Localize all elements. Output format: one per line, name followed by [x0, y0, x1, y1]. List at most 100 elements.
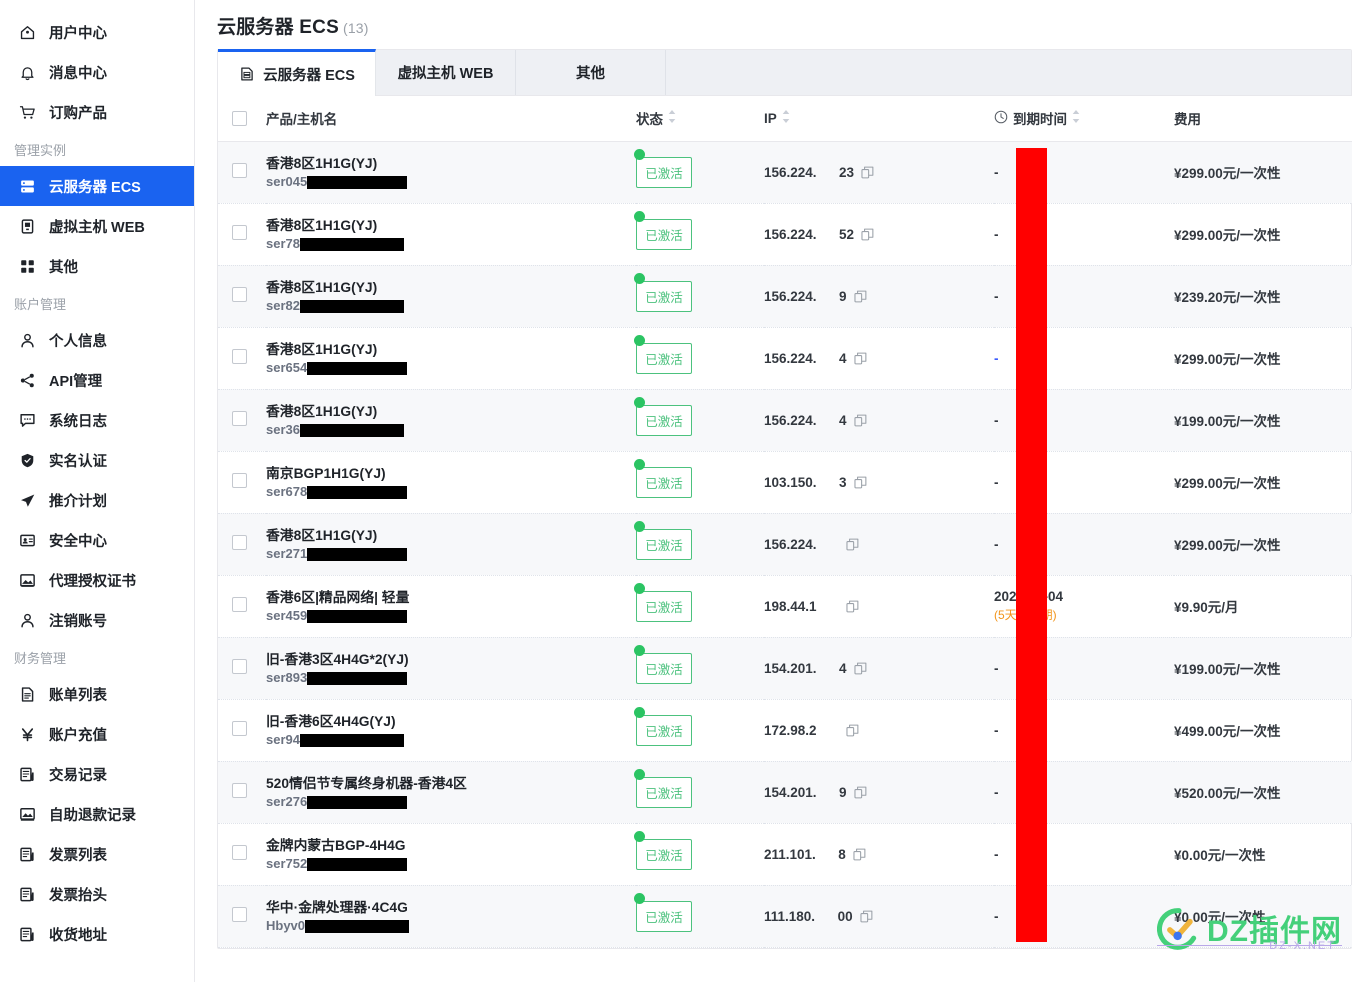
row-checkbox[interactable] [232, 721, 247, 736]
table-row[interactable]: 旧-香港3区4H4G*2(YJ) ser893 已激活 154.201. 4 - ¥199… [218, 637, 1352, 700]
sidebar-item-21[interactable]: 发票列表 [0, 834, 194, 874]
row-select-cell [218, 823, 266, 886]
row-select-cell [218, 699, 266, 762]
expiry-date: - [994, 412, 999, 428]
sidebar-item-1[interactable]: 消息中心 [0, 52, 194, 92]
product-cell: 520情侣节专属终身机器-香港4区 ser276 [266, 761, 636, 824]
sidebar-item-23[interactable]: 收货地址 [0, 914, 194, 954]
copy-icon[interactable] [854, 786, 867, 799]
sidebar-item-9[interactable]: API管理 [0, 360, 194, 400]
clock-icon [994, 110, 1008, 127]
copy-icon[interactable] [861, 228, 874, 241]
sidebar-item-22[interactable]: 发票抬头 [0, 874, 194, 914]
sidebar-item-19[interactable]: 交易记录 [0, 754, 194, 794]
table-row[interactable]: 香港8区1H1G(YJ) ser36 已激活 156.224. 4 - ¥199.00元/… [218, 389, 1352, 452]
expiry-warning: (5天后到期) [994, 608, 1057, 622]
sidebar-item-13[interactable]: 安全中心 [0, 520, 194, 560]
table-row[interactable]: 香港8区1H1G(YJ) ser045 已激活 156.224. 23 - ¥299.00… [218, 141, 1352, 204]
table-row[interactable]: 香港8区1H1G(YJ) ser82 已激活 156.224. 9 - ¥239.20元/… [218, 265, 1352, 328]
sidebar-item-18[interactable]: 账户充值 [0, 714, 194, 754]
sidebar-item-4[interactable]: 云服务器 ECS [0, 166, 194, 206]
sidebar-item-12[interactable]: 推介计划 [0, 480, 194, 520]
table-row[interactable]: 520情侣节专属终身机器-香港4区 ser276 已激活 154.201. 9 - ¥52… [218, 761, 1352, 824]
sidebar-item-label: 发票抬头 [49, 887, 107, 904]
table-row[interactable]: 香港8区1H1G(YJ) ser78 已激活 156.224. 52 - ¥299.00元… [218, 203, 1352, 266]
expiry-date: - [994, 722, 999, 738]
copy-icon[interactable] [860, 910, 873, 923]
table-row[interactable]: 旧-香港6区4H4G(YJ) ser94 已激活 172.98.2 - ¥499.00元… [218, 699, 1352, 762]
sidebar-item-15[interactable]: 注销账号 [0, 600, 194, 640]
table-row[interactable]: 香港8区1H1G(YJ) ser654 已激活 156.224. 4 - ¥299.00元… [218, 327, 1352, 390]
sidebar-item-14[interactable]: 代理授权证书 [0, 560, 194, 600]
expiry-date: - [994, 908, 999, 924]
copy-icon[interactable] [846, 724, 859, 737]
sidebar-item-6[interactable]: 其他 [0, 246, 194, 286]
host-name-redacted [307, 361, 408, 375]
product-name: 南京BGP1H1G(YJ) [266, 466, 386, 481]
copy-icon[interactable] [854, 476, 867, 489]
host-name: ser36 [266, 423, 636, 437]
copy-icon[interactable] [846, 538, 859, 551]
sort-icon-expiry[interactable] [1072, 109, 1080, 127]
tab-0[interactable]: 云服务器 ECS [218, 49, 376, 96]
records-icon [18, 925, 36, 943]
row-checkbox[interactable] [232, 473, 247, 488]
copy-icon[interactable] [853, 848, 866, 861]
product-cell: 香港8区1H1G(YJ) ser82 [266, 265, 636, 328]
select-all-checkbox[interactable] [232, 110, 247, 126]
row-checkbox[interactable] [232, 783, 247, 798]
refund-icon [18, 805, 36, 823]
copy-icon[interactable] [854, 290, 867, 303]
expiry-cell: - [994, 823, 1174, 886]
copy-icon[interactable] [846, 600, 859, 613]
row-checkbox[interactable] [232, 411, 247, 426]
sidebar-item-10[interactable]: 系统日志 [0, 400, 194, 440]
table-row[interactable]: 香港8区1H1G(YJ) ser271 已激活 156.224. - ¥299.00元/… [218, 513, 1352, 576]
status-label: 已激活 [636, 900, 692, 932]
tab-1[interactable]: 虚拟主机 WEB [376, 50, 516, 95]
sidebar-item-17[interactable]: 账单列表 [0, 674, 194, 714]
row-checkbox[interactable] [232, 535, 247, 550]
fee-cell: ¥520.00元/一次性 [1174, 761, 1352, 824]
sidebar-item-0[interactable]: 用户中心 [0, 12, 194, 52]
row-checkbox[interactable] [232, 349, 247, 364]
column-header-ip[interactable]: IP [764, 96, 994, 142]
row-checkbox[interactable] [232, 287, 247, 302]
sidebar-item-2[interactable]: 订购产品 [0, 92, 194, 132]
fee-cell: ¥299.00元/一次性 [1174, 513, 1352, 576]
table-row[interactable]: 华中·金牌处理器·4C4G Hbyv0 已激活 111.180. 00 - ¥0.00元/… [218, 885, 1352, 948]
product-name: 香港8区1H1G(YJ) [266, 156, 378, 171]
sidebar-item-8[interactable]: 个人信息 [0, 320, 194, 360]
row-checkbox[interactable] [232, 659, 247, 674]
fee-cell: ¥0.00元/一次性 [1174, 885, 1352, 948]
row-checkbox[interactable] [232, 907, 247, 922]
ip-cell: 156.224. 9 [764, 265, 994, 328]
row-checkbox[interactable] [232, 163, 247, 178]
host-name-prefix: ser82 [266, 298, 300, 313]
sidebar-item-20[interactable]: 自助退款记录 [0, 794, 194, 834]
main-content: 云服务器 ECS (13) 云服务器 ECS 虚拟主机 WEB 其他 产品/主机… [195, 0, 1352, 982]
row-checkbox[interactable] [232, 597, 247, 612]
tab-2[interactable]: 其他 [516, 50, 666, 95]
row-checkbox[interactable] [232, 845, 247, 860]
expiry-date: - [994, 474, 999, 490]
copy-icon[interactable] [861, 166, 874, 179]
copy-icon[interactable] [854, 414, 867, 427]
copy-icon[interactable] [854, 352, 867, 365]
column-header-expiry[interactable]: 到期时间 [994, 96, 1174, 142]
sidebar-item-5[interactable]: 虚拟主机 WEB [0, 206, 194, 246]
column-header-state[interactable]: 状态 [636, 96, 764, 142]
table-row[interactable]: 金牌内蒙古BGP-4H4G ser752 已激活 211.101. 8 - ¥0.00元/… [218, 823, 1352, 886]
copy-icon[interactable] [854, 662, 867, 675]
status-dot-icon [634, 334, 645, 346]
sort-icon-ip[interactable] [782, 109, 790, 127]
status-cell: 已激活 [634, 637, 764, 700]
product-name: 香港6区|精品网络| 轻量 [266, 590, 410, 605]
row-checkbox[interactable] [232, 225, 247, 240]
status-label: 已激活 [636, 466, 692, 498]
sidebar-item-11[interactable]: 实名认证 [0, 440, 194, 480]
sort-icon-state[interactable] [668, 109, 676, 127]
records-icon [18, 765, 36, 783]
table-row[interactable]: 南京BGP1H1G(YJ) ser678 已激活 103.150. 3 - ¥299.00… [218, 451, 1352, 514]
table-row[interactable]: 香港6区|精品网络| 轻量 ser459 已激活 198.44.1 2024-10-0… [218, 575, 1352, 638]
